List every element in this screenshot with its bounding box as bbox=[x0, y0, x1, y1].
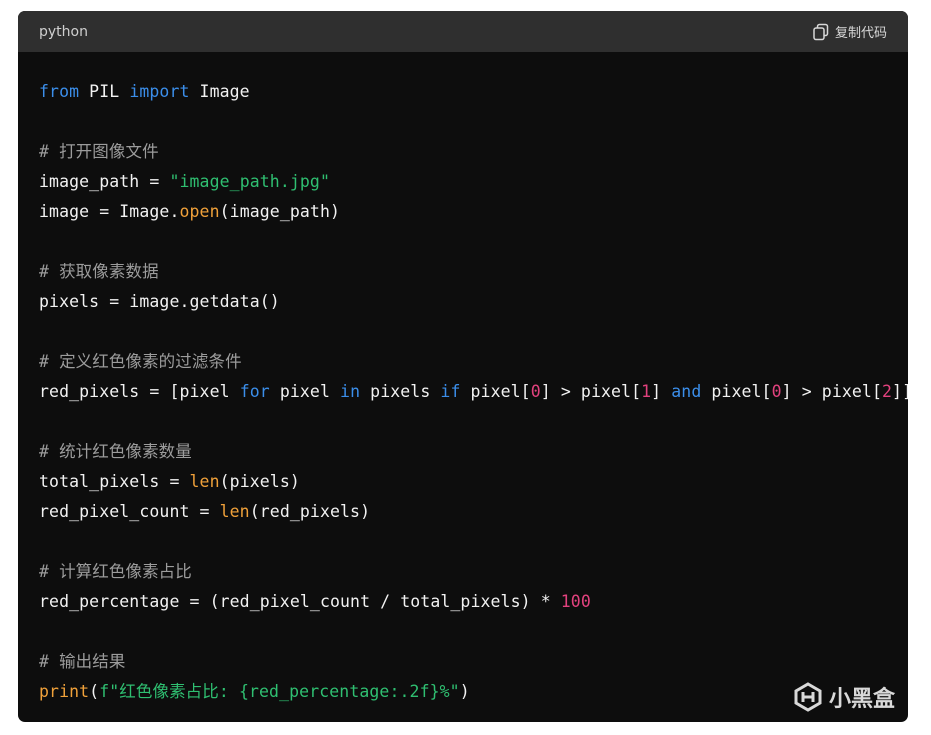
code-comment: # 定义红色像素的过滤条件 bbox=[39, 352, 242, 371]
code-text: ) bbox=[459, 682, 470, 701]
code-text: (red_pixels) bbox=[249, 502, 371, 521]
code-text: image = Image. bbox=[39, 202, 180, 221]
code-line: image_path = "image_path.jpg" bbox=[39, 167, 908, 197]
code-text: pixel[ bbox=[701, 382, 772, 401]
code-block: python 复制代码 from PIL import Image # 打开图像… bbox=[18, 11, 908, 722]
code-text: ] bbox=[651, 382, 672, 401]
code-text: Image bbox=[189, 82, 250, 101]
builtin-call: len bbox=[219, 502, 250, 521]
number-literal: 2 bbox=[882, 382, 893, 401]
builtin-call: open bbox=[179, 202, 220, 221]
heybox-watermark: 小黑盒 bbox=[793, 681, 895, 713]
keyword: import bbox=[129, 82, 190, 101]
code-comment: # 打开图像文件 bbox=[39, 142, 159, 161]
code-text: ( bbox=[89, 682, 100, 701]
number-literal: 1 bbox=[641, 382, 652, 401]
heybox-logo-icon bbox=[793, 682, 823, 712]
code-text: PIL bbox=[79, 82, 130, 101]
code-content: from PIL import Image # 打开图像文件 image_pat… bbox=[18, 52, 908, 707]
code-text: red_pixels = [pixel bbox=[39, 382, 240, 401]
code-text: pixels bbox=[360, 382, 441, 401]
code-line: total_pixels = len(pixels) bbox=[39, 467, 908, 497]
code-text: ] > pixel[ bbox=[781, 382, 882, 401]
string-literal: "image_path.jpg" bbox=[169, 172, 330, 191]
keyword: for bbox=[239, 382, 270, 401]
keyword: from bbox=[39, 82, 80, 101]
code-header: python 复制代码 bbox=[18, 11, 908, 52]
code-line: print(f"红色像素占比: {red_percentage:.2f}%") bbox=[39, 677, 908, 707]
code-line: image = Image.open(image_path) bbox=[39, 197, 908, 227]
code-text: ] > pixel[ bbox=[540, 382, 642, 401]
copy-code-label: 复制代码 bbox=[834, 26, 887, 41]
code-line: red_percentage = (red_pixel_count / tota… bbox=[39, 587, 908, 617]
code-line: red_pixel_count = len(red_pixels) bbox=[39, 497, 908, 527]
code-text: red_pixel_count = bbox=[39, 502, 220, 521]
watermark-text: 小黑盒 bbox=[829, 687, 896, 712]
code-text: red_percentage = (red_pixel_count / tota… bbox=[39, 592, 561, 611]
code-text: total_pixels = bbox=[39, 472, 190, 491]
code-line: red_pixels = [pixel for pixel in pixels … bbox=[39, 377, 908, 407]
language-label: python bbox=[39, 23, 88, 40]
code-line: pixels = image.getdata() bbox=[39, 292, 280, 311]
code-comment: # 计算红色像素占比 bbox=[39, 562, 192, 581]
code-text: (pixels) bbox=[219, 472, 300, 491]
code-text: image_path = bbox=[39, 172, 170, 191]
number-literal: 0 bbox=[530, 382, 541, 401]
copy-code-button[interactable]: 复制代码 bbox=[812, 22, 887, 41]
code-text: ]] bbox=[892, 382, 908, 401]
builtin-call: len bbox=[189, 472, 220, 491]
code-text: (image_path) bbox=[219, 202, 341, 221]
number-literal: 100 bbox=[560, 592, 591, 611]
code-text: pixel[ bbox=[460, 382, 531, 401]
keyword: if bbox=[440, 382, 461, 401]
code-comment: # 输出结果 bbox=[39, 652, 126, 671]
code-comment: # 统计红色像素数量 bbox=[39, 442, 192, 461]
code-line: from PIL import Image bbox=[39, 77, 908, 107]
copy-icon bbox=[812, 23, 830, 41]
builtin-call: print bbox=[39, 682, 90, 701]
keyword: and bbox=[671, 382, 702, 401]
string-literal: f"红色像素占比: {red_percentage:.2f}%" bbox=[99, 682, 460, 701]
code-comment: # 获取像素数据 bbox=[39, 262, 159, 281]
number-literal: 0 bbox=[771, 382, 782, 401]
code-text: pixel bbox=[269, 382, 341, 401]
keyword: in bbox=[340, 382, 361, 401]
